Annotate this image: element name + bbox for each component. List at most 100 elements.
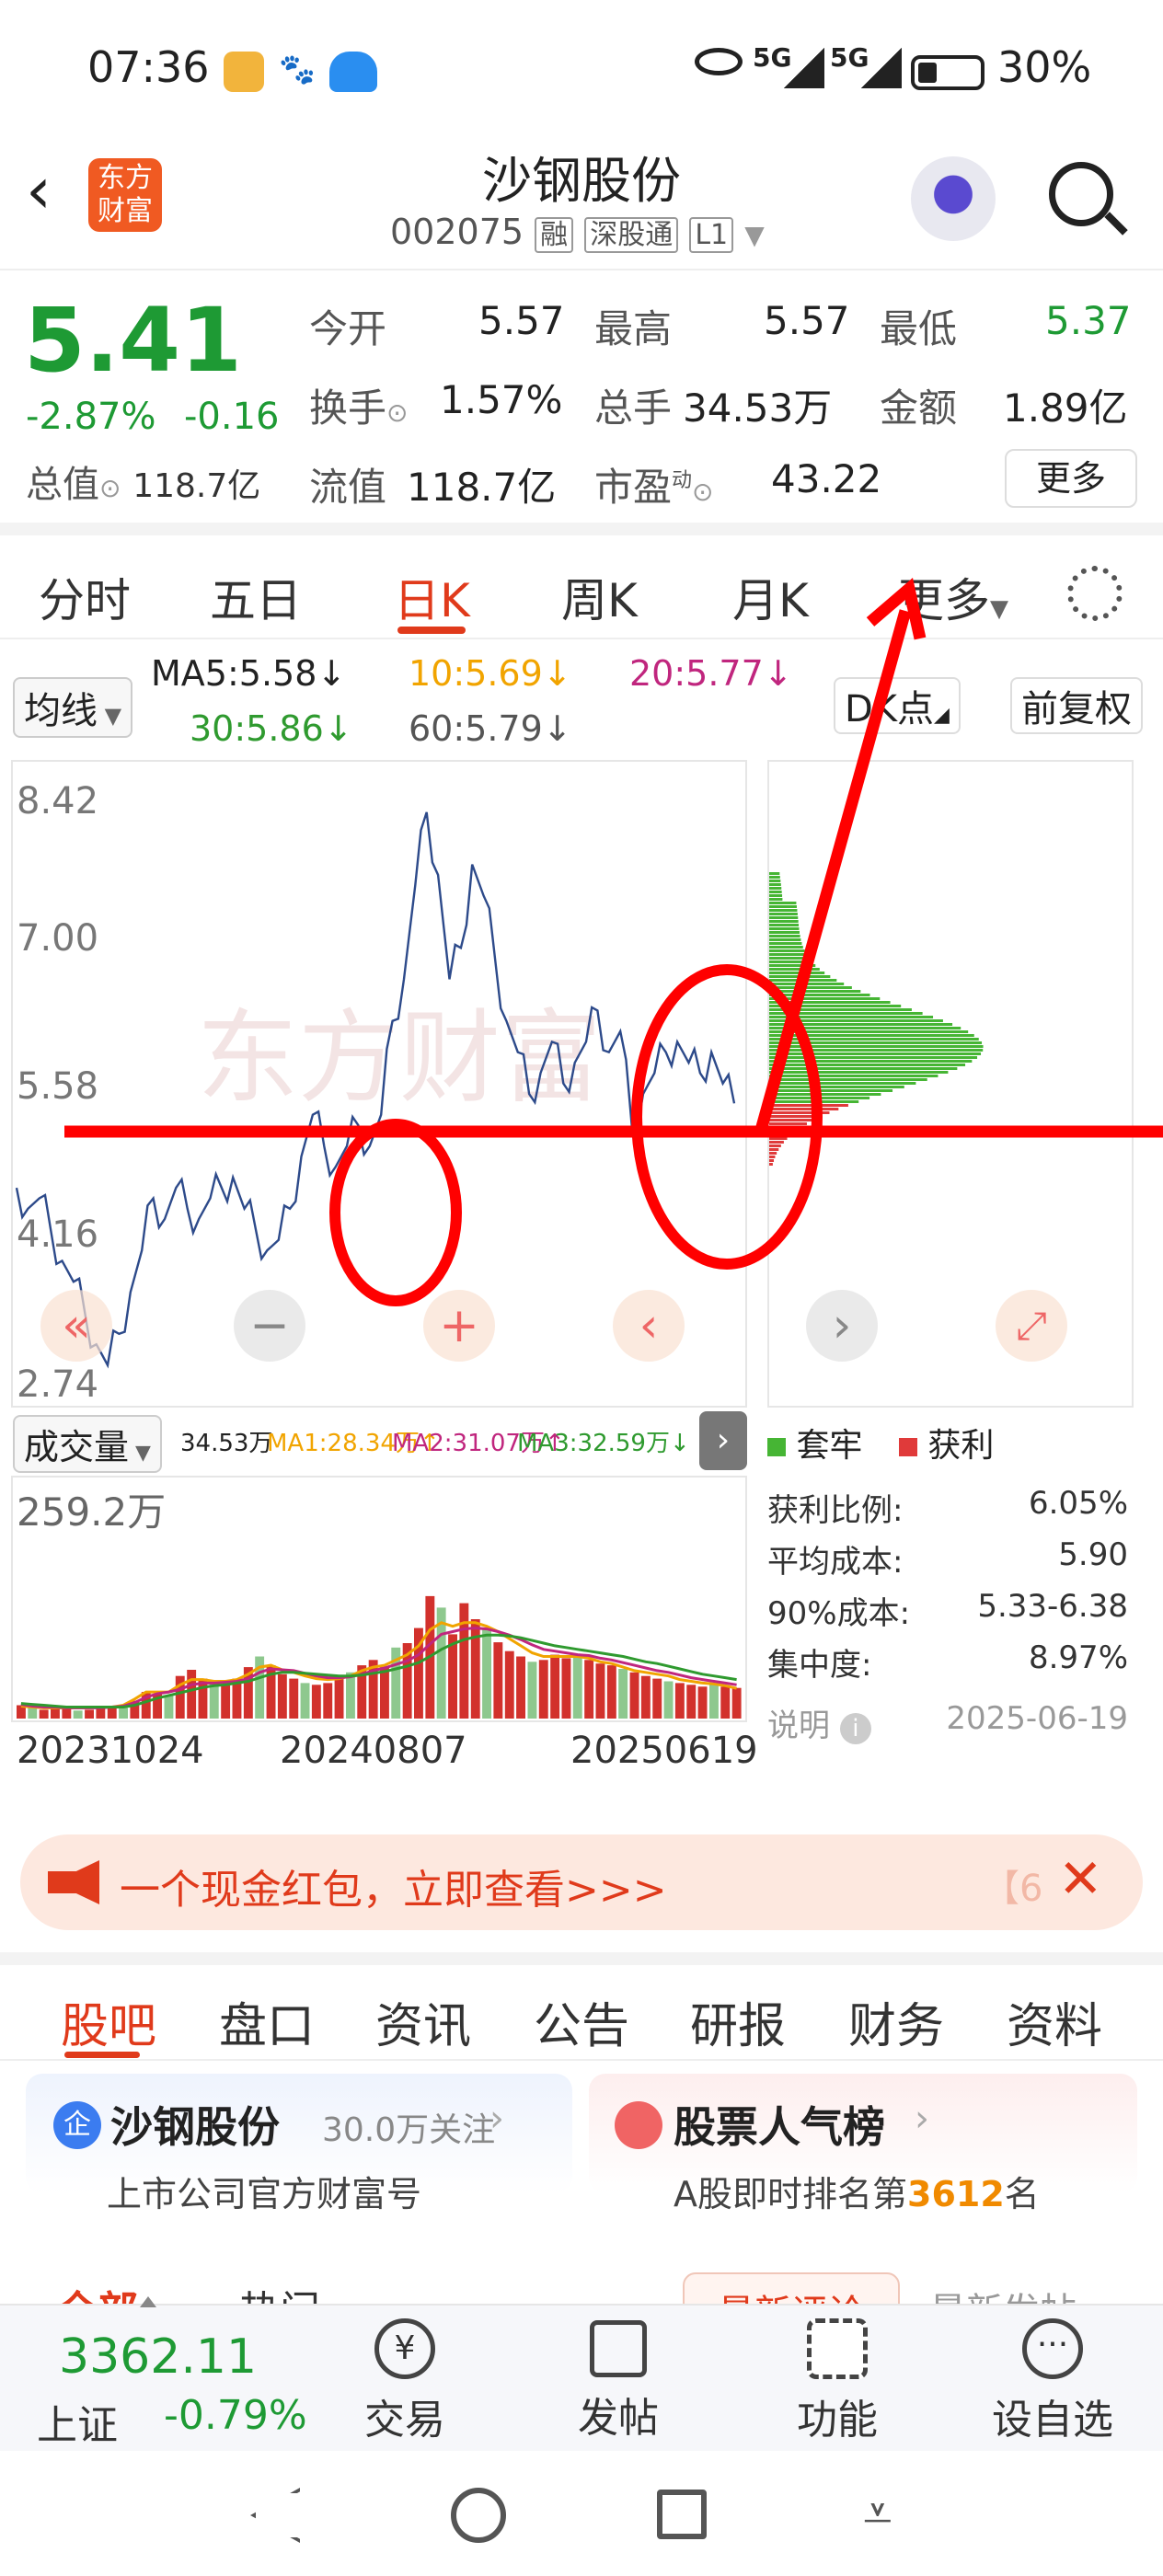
add-watchlist-button[interactable]: ··· 设自选	[979, 2318, 1126, 2445]
battery-percent: 30%	[997, 42, 1092, 92]
profit-swatch	[898, 1438, 917, 1456]
ma30-value: 30:5.86↓	[190, 708, 353, 749]
trapped-swatch	[767, 1438, 786, 1456]
chip-bar	[769, 1111, 830, 1114]
tab-weekly-k[interactable]: 周K	[561, 564, 638, 630]
trade-button[interactable]: ¥ 交易	[350, 2318, 460, 2445]
tab-more[interactable]: 更多▼	[898, 564, 1008, 630]
collapse-panel-button[interactable]: ›	[699, 1411, 747, 1470]
yuan-icon: ¥	[374, 2318, 435, 2379]
expand-icon[interactable]: ⤢	[996, 1290, 1067, 1362]
chip-bar	[769, 1104, 848, 1107]
tab-daily-k[interactable]: 日K	[394, 564, 470, 630]
period-tabs: 分时 五日 日K 周K 月K 更多▼	[0, 547, 1163, 639]
trapped-label: 套牢	[796, 1427, 863, 1465]
volume-bar	[697, 1686, 708, 1719]
chip-row-label: 平均成本:	[767, 1544, 904, 1581]
chip-bar	[769, 1049, 984, 1052]
content-tabs: 股吧 盘口 资讯 公告 研报 财务 资料	[0, 1952, 1163, 2061]
assistant-avatar[interactable]	[911, 156, 996, 241]
tab-profile[interactable]: 资料	[1007, 1987, 1102, 2056]
popularity-subtitle: A股即时排名第3612名	[674, 2166, 1040, 2216]
amount-label: 金额	[880, 385, 958, 431]
profit-label: 获利	[927, 1427, 995, 1465]
functions-label: 功能	[797, 2397, 878, 2444]
nav-bar: ‹ 东方 财富 沙钢股份 002075 融 深股通 L1 ▼	[0, 129, 1163, 267]
nav-menu-icon[interactable]: ⩡	[863, 2484, 892, 2545]
volume-bar	[516, 1656, 525, 1719]
zoom-in-button[interactable]: +	[423, 1290, 495, 1362]
promo-banner[interactable]: 一个现金红包，立即查看>>> 【6 ✕	[20, 1834, 1143, 1930]
chip-bar	[769, 1067, 958, 1070]
volume-bar	[209, 1683, 219, 1719]
chip-note[interactable]: 说明 i	[767, 1700, 871, 1745]
tab-five-day[interactable]: 五日	[210, 564, 302, 630]
volume-bar	[652, 1678, 662, 1719]
info-icon[interactable]: ⊙	[692, 477, 713, 507]
info-icon[interactable]: ⊙	[99, 473, 121, 503]
chip-bar	[769, 880, 781, 882]
gear-icon[interactable]	[1067, 566, 1123, 621]
close-icon[interactable]: ✕	[1058, 1847, 1103, 1910]
more-icon: ···	[1022, 2318, 1083, 2379]
nav-home-icon[interactable]	[451, 2488, 506, 2543]
filter-latest-reply[interactable]: 最新评论	[683, 2272, 900, 2304]
ma-selector-label: 均线	[24, 690, 98, 732]
volume-chart-frame[interactable]: 259.2万	[11, 1476, 747, 1722]
official-account-followers: 30.0万关注	[322, 2111, 496, 2149]
volume-selector[interactable]: 成交量 ▼	[13, 1415, 162, 1473]
stock-code-row[interactable]: 002075 融 深股通 L1 ▼	[390, 212, 765, 253]
status-bar: 07:36 🐾 5G 5G 30%	[0, 0, 1163, 129]
tab-forum[interactable]: 股吧	[61, 1987, 156, 2056]
pe-sup: 动	[672, 469, 693, 492]
banner-countdown: 【6	[983, 1868, 1043, 1910]
more-stats-button[interactable]: 更多	[1005, 449, 1137, 508]
volume-bar	[459, 1603, 469, 1719]
tab-financials[interactable]: 财务	[848, 1987, 944, 2056]
zoom-out-button[interactable]: −	[234, 1290, 305, 1362]
volume-bar	[164, 1695, 174, 1719]
chip-distribution-frame: › ⤢	[767, 760, 1134, 1408]
volume-bar	[527, 1662, 537, 1719]
weather-icon	[224, 52, 264, 92]
official-account-card[interactable]: 企 沙钢股份 30.0万关注 › 上市公司官方财富号	[26, 2074, 572, 2214]
tab-news[interactable]: 资讯	[375, 1987, 471, 2056]
date-tick-2: 20240807	[280, 1730, 467, 1772]
filter-all[interactable]: 全部	[57, 2278, 138, 2304]
dk-selector[interactable]: DK点◢	[834, 677, 961, 734]
tab-monthly-k[interactable]: 月K	[732, 564, 809, 630]
search-icon[interactable]	[1049, 162, 1128, 236]
prev-button[interactable]: ‹	[613, 1290, 685, 1362]
nav-recents-icon[interactable]	[657, 2490, 707, 2539]
tab-announcements[interactable]: 公告	[534, 1987, 629, 2056]
info-icon[interactable]: ⊙	[386, 397, 408, 428]
volume-bar	[538, 1660, 548, 1719]
chip-bar	[769, 1078, 927, 1081]
chip-bar	[769, 1038, 979, 1041]
volume-bar	[618, 1669, 628, 1719]
chip-bar	[769, 1060, 973, 1063]
post-button[interactable]: 发帖	[563, 2318, 674, 2444]
volume-bar	[73, 1710, 83, 1719]
tab-research[interactable]: 研报	[690, 1987, 786, 2056]
tag-connect: 深股通	[584, 217, 679, 253]
rewind-button[interactable]: «	[40, 1290, 112, 1362]
popularity-card[interactable]: 股票人气榜 › A股即时排名第3612名	[589, 2074, 1137, 2214]
turnover-value: 1.57%	[440, 377, 563, 422]
price-chart-frame[interactable]: 东方财富 8.42 7.00 5.58 4.16 2.74 « − + ‹	[11, 760, 747, 1408]
index-value[interactable]: 3362.11	[59, 2329, 257, 2385]
filter-latest-post[interactable]: 最新发帖	[929, 2282, 1077, 2304]
volume-bar	[482, 1629, 491, 1719]
system-nav-bar: ⩡	[0, 2451, 1163, 2576]
adjust-selector[interactable]: 前复权	[1010, 677, 1143, 734]
tab-intraday[interactable]: 分时	[39, 564, 131, 630]
ma-selector[interactable]: 均线 ▼	[13, 677, 133, 738]
chip-bar	[769, 1075, 938, 1077]
tab-orderbook[interactable]: 盘口	[219, 1987, 315, 2056]
last-price: 5.41	[24, 289, 242, 392]
chip-bar	[769, 909, 798, 912]
functions-button[interactable]: 功能	[782, 2318, 892, 2445]
next-button[interactable]: ›	[806, 1290, 878, 1362]
chip-row-label: 集中度:	[767, 1647, 872, 1684]
filter-hot[interactable]: 热门	[239, 2278, 320, 2304]
